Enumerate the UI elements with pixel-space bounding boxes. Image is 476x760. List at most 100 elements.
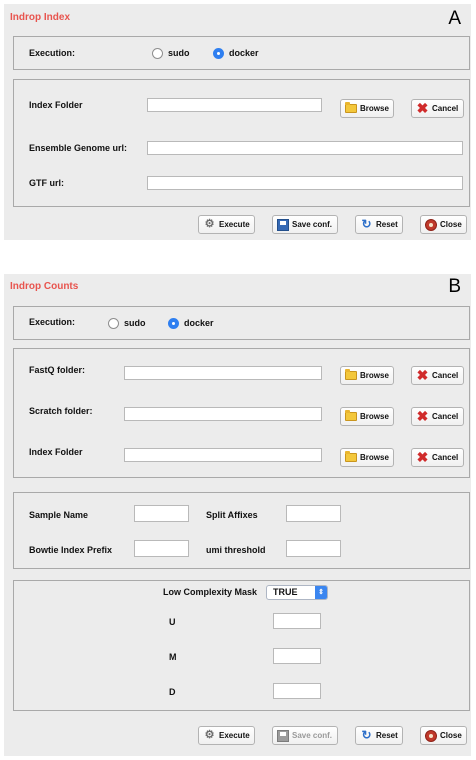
browse-label: Browse — [360, 453, 389, 462]
save-label: Save conf. — [292, 731, 333, 740]
save-conf-button[interactable]: Save conf. — [272, 215, 338, 234]
index-folder-label: Index Folder — [29, 100, 83, 110]
browse-label: Browse — [360, 371, 389, 380]
folders-box: FastQ folder: Browse ✖ Cancel Scratch fo… — [13, 348, 470, 478]
reset-button[interactable]: ↻ Reset — [355, 726, 403, 745]
sample-name-input[interactable] — [134, 505, 189, 522]
reset-label: Reset — [376, 220, 398, 229]
sample-name-label: Sample Name — [29, 510, 89, 520]
low-complexity-mask-label: Low Complexity Mask — [163, 587, 258, 597]
sudo-radio-label[interactable]: sudo — [168, 48, 190, 58]
fastq-folder-input[interactable] — [124, 366, 322, 380]
scratch-folder-input[interactable] — [124, 407, 322, 421]
umi-threshold-input[interactable] — [286, 540, 341, 557]
mask-select-value: TRUE — [273, 587, 298, 597]
index-fields-box: Index Folder Browse ✖ Cancel Ensemble Ge… — [13, 79, 470, 207]
bowtie-prefix-label: Bowtie Index Prefix — [29, 545, 113, 555]
reset-icon: ↻ — [361, 217, 372, 231]
gtf-url-label: GTF url: — [29, 178, 64, 188]
u-input[interactable] — [273, 613, 321, 629]
x-icon: ✖ — [416, 367, 429, 383]
ensemble-url-input[interactable] — [147, 141, 463, 155]
browse-label: Browse — [360, 104, 389, 113]
execution-label: Execution: — [29, 48, 76, 58]
reset-label: Reset — [376, 731, 398, 740]
d-input[interactable] — [273, 683, 321, 699]
ensemble-url-label: Ensemble Genome url: — [29, 143, 128, 153]
execute-button[interactable]: ⚙ Execute — [198, 726, 255, 745]
execute-icon: ⚙ — [204, 218, 215, 230]
low-complexity-mask-select[interactable]: TRUE ⇕ — [266, 585, 328, 600]
close-button[interactable]: Close — [420, 726, 467, 745]
cancel-button[interactable]: ✖ Cancel — [411, 99, 464, 118]
folder-icon — [345, 451, 357, 462]
cancel-label: Cancel — [432, 371, 459, 380]
execute-button[interactable]: ⚙ Execute — [198, 215, 255, 234]
save-icon — [277, 729, 289, 742]
d-label: D — [169, 687, 176, 697]
sudo-radio-label[interactable]: sudo — [124, 318, 146, 328]
index-folder-input[interactable] — [147, 98, 322, 112]
panel-title: Indrop Index — [10, 12, 70, 23]
execute-label: Execute — [219, 731, 250, 740]
close-label: Close — [440, 731, 462, 740]
close-button[interactable]: Close — [420, 215, 467, 234]
panel-title: Indrop Counts — [10, 281, 79, 292]
bowtie-prefix-input[interactable] — [134, 540, 189, 557]
panel-label: A — [448, 8, 461, 29]
m-input[interactable] — [273, 648, 321, 664]
index-folder-input[interactable] — [124, 448, 322, 462]
gtf-url-input[interactable] — [147, 176, 463, 190]
docker-radio-label[interactable]: docker — [229, 48, 259, 58]
cancel-label: Cancel — [432, 104, 459, 113]
indrop-counts-panel: Indrop Counts B Execution: sudo docker F… — [4, 274, 471, 756]
index-cancel-button[interactable]: ✖ Cancel — [411, 448, 464, 467]
docker-radio-label[interactable]: docker — [184, 318, 214, 328]
reset-icon: ↻ — [361, 728, 372, 742]
scratch-cancel-button[interactable]: ✖ Cancel — [411, 407, 464, 426]
fastq-browse-button[interactable]: Browse — [340, 366, 394, 385]
reset-button[interactable]: ↻ Reset — [355, 215, 403, 234]
chevron-updown-icon: ⇕ — [315, 586, 327, 599]
sudo-radio[interactable] — [108, 318, 119, 329]
browse-label: Browse — [360, 412, 389, 421]
scratch-folder-label: Scratch folder: — [29, 406, 93, 416]
close-icon — [425, 218, 437, 231]
index-browse-button[interactable]: Browse — [340, 448, 394, 467]
indrop-index-panel: Indrop Index A Execution: sudo docker In… — [4, 4, 471, 240]
index-folder-label: Index Folder — [29, 447, 83, 457]
parameters-box: Sample Name Split Affixes Bowtie Index P… — [13, 492, 470, 569]
save-icon — [277, 218, 289, 231]
save-label: Save conf. — [292, 220, 333, 229]
panel-label: B — [448, 276, 461, 297]
x-icon: ✖ — [416, 100, 429, 116]
docker-radio[interactable] — [213, 48, 224, 59]
cancel-label: Cancel — [432, 412, 459, 421]
execute-label: Execute — [219, 220, 250, 229]
execute-icon: ⚙ — [204, 729, 215, 741]
cancel-label: Cancel — [432, 453, 459, 462]
folder-icon — [345, 102, 357, 113]
split-affixes-label: Split Affixes — [206, 510, 258, 520]
folder-icon — [345, 410, 357, 421]
x-icon: ✖ — [416, 408, 429, 424]
close-icon — [425, 729, 437, 742]
split-affixes-input[interactable] — [286, 505, 341, 522]
browse-button[interactable]: Browse — [340, 99, 394, 118]
x-icon: ✖ — [416, 449, 429, 465]
close-label: Close — [440, 220, 462, 229]
scratch-browse-button[interactable]: Browse — [340, 407, 394, 426]
umi-threshold-label: umi threshold — [206, 545, 266, 555]
execution-box: Execution: sudo docker — [13, 306, 470, 340]
m-label: M — [169, 652, 177, 662]
save-conf-button: Save conf. — [272, 726, 338, 745]
fastq-cancel-button[interactable]: ✖ Cancel — [411, 366, 464, 385]
fastq-folder-label: FastQ folder: — [29, 365, 86, 375]
folder-icon — [345, 369, 357, 380]
sudo-radio[interactable] — [152, 48, 163, 59]
execution-box: Execution: sudo docker — [13, 36, 470, 70]
mask-box: Low Complexity Mask TRUE ⇕ U M D — [13, 580, 470, 711]
execution-label: Execution: — [29, 317, 76, 327]
docker-radio[interactable] — [168, 318, 179, 329]
u-label: U — [169, 617, 176, 627]
